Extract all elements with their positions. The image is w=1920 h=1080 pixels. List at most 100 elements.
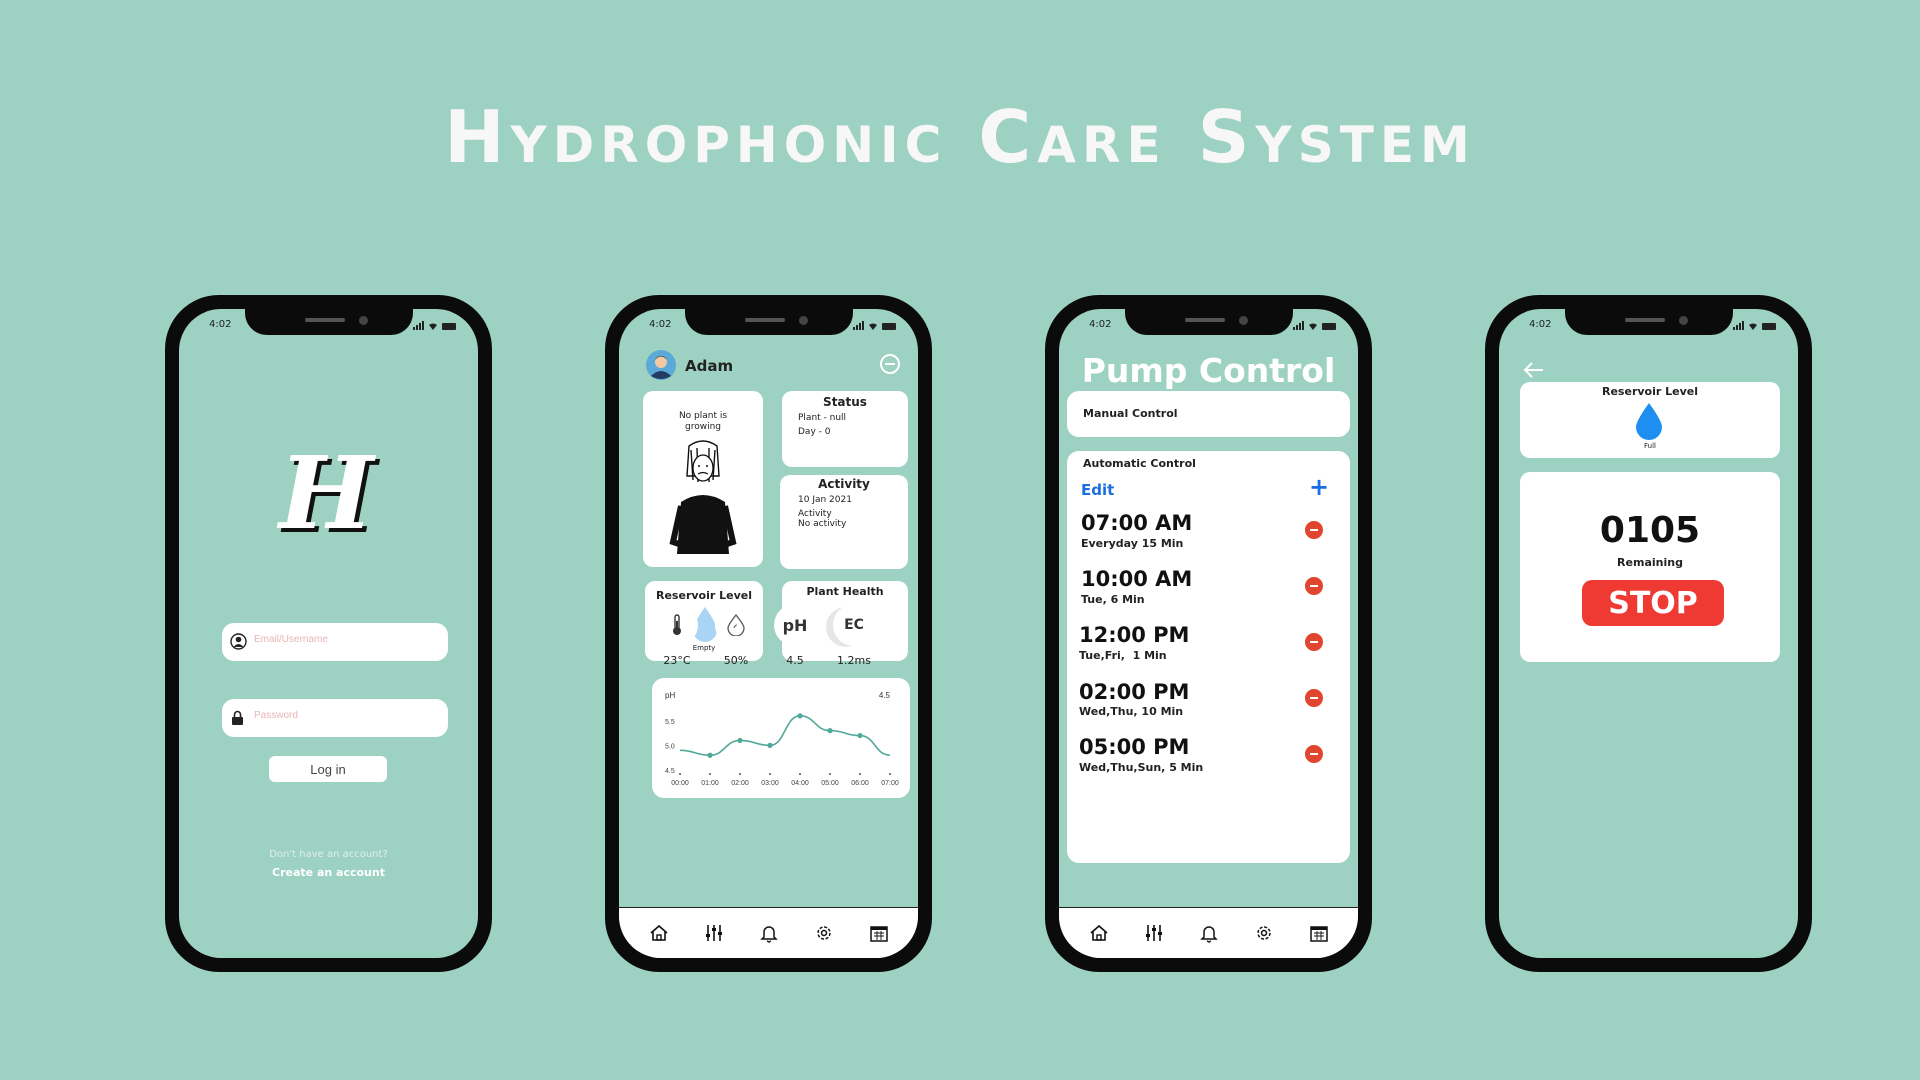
humidity-value: 50% [723, 654, 749, 667]
ph-data-point [707, 752, 713, 758]
signal-icon [1733, 321, 1744, 330]
ec-value: 1.2ms [837, 654, 871, 667]
ec-icon[interactable]: EC [833, 604, 875, 646]
phone-login: 4:02 H Log in Don't have an account? Cre… [165, 295, 492, 972]
ph-data-point [767, 742, 773, 748]
schedule-time: 10:00 AM [1081, 567, 1193, 591]
timer-screen: 4:02 Reservoir Level Full 0105 Remaining… [1499, 309, 1798, 958]
lock-icon [232, 710, 243, 725]
status-time: 4:02 [1529, 319, 1552, 330]
battery-icon [442, 323, 456, 330]
remove-schedule-button[interactable] [1305, 577, 1323, 595]
remove-schedule-button[interactable] [1305, 633, 1323, 651]
activity-title: Activity [818, 477, 870, 491]
schedule-time: 12:00 PM [1079, 623, 1190, 647]
x-tick-label: 02:00 [731, 780, 749, 787]
wifi-icon [869, 323, 877, 330]
minus-circle-icon[interactable] [879, 353, 901, 375]
signal-icon [853, 321, 864, 330]
email-field[interactable] [222, 623, 448, 661]
remove-schedule-button[interactable] [1305, 745, 1323, 763]
email-input[interactable] [252, 633, 441, 646]
reservoir-state: Empty [692, 644, 716, 652]
signal-icon [1293, 321, 1304, 330]
sliders-icon[interactable] [701, 920, 727, 946]
ph-value: 4.5 [786, 654, 804, 667]
login-button[interactable]: Log in [269, 756, 387, 782]
reservoir-card[interactable]: Reservoir Level Full [1520, 382, 1780, 458]
status-plant: Plant - null [798, 413, 847, 423]
user-icon [230, 633, 247, 650]
password-input[interactable] [252, 709, 441, 722]
home-icon[interactable] [646, 920, 672, 946]
wifi-icon [1749, 323, 1757, 330]
y-tick-label: 5.0 [665, 743, 675, 750]
stop-button[interactable]: STOP [1582, 580, 1724, 626]
calendar-icon[interactable] [866, 920, 892, 946]
x-axis-dot [829, 773, 831, 775]
status-time: 4:02 [209, 319, 232, 330]
activity-label: Activity [798, 509, 832, 519]
status-card[interactable]: Status Plant - null Day - 0 [782, 391, 908, 467]
schedule-desc: Tue, 6 Min [1081, 593, 1145, 606]
activity-card[interactable]: Activity 10 Jan 2021 Activity No activit… [780, 475, 908, 569]
schedule-desc: Tue,Fri, 1 Min [1079, 649, 1167, 662]
plant-health-title: Plant Health [806, 585, 884, 598]
reservoir-title: Reservoir Level [656, 589, 752, 602]
notch [244, 309, 413, 335]
ph-data-point [857, 732, 863, 739]
bell-icon[interactable] [756, 920, 782, 946]
gear-icon[interactable] [811, 920, 837, 946]
status-time: 4:02 [649, 319, 672, 330]
no-account-text: Don't have an account? [269, 849, 388, 860]
avatar[interactable] [645, 349, 677, 381]
reservoir-title: Reservoir Level [1602, 385, 1698, 398]
x-tick-label: 06:00 [851, 780, 869, 787]
schedule-time: 05:00 PM [1079, 735, 1190, 759]
ph-data-point [797, 713, 803, 719]
phone-dashboard: 4:02 Adam No plant is growing Status Pla… [605, 295, 932, 972]
activity-value: No activity [798, 519, 847, 529]
remove-schedule-button[interactable] [1305, 689, 1323, 707]
create-account-link[interactable]: Create an account [179, 866, 478, 879]
gear-icon[interactable] [1251, 920, 1277, 946]
x-axis-dot [769, 773, 771, 775]
humidity-drop-icon[interactable] [715, 604, 757, 646]
manual-control-button[interactable]: Manual Control [1067, 391, 1350, 437]
ph-chart-card[interactable]: pH 4.5 5.5 5.0 4.5 00:00 01:00 02:00 03:00 04:0… [652, 678, 910, 798]
plant-card[interactable]: No plant is growing [643, 391, 763, 567]
back-arrow-icon[interactable] [1523, 361, 1545, 379]
remaining-label: Remaining [1617, 556, 1683, 569]
remove-schedule-button[interactable] [1305, 521, 1323, 539]
battery-icon [1322, 323, 1336, 330]
login-screen: 4:02 H Log in Don't have an account? Cre… [179, 309, 478, 958]
manual-control-label: Manual Control [1083, 407, 1178, 420]
x-tick-label: 04:00 [791, 780, 809, 787]
add-schedule-button[interactable]: + [1309, 473, 1329, 501]
app-logo: H [279, 434, 374, 552]
schedule-time: 02:00 PM [1079, 680, 1190, 704]
status-title: Status [823, 395, 867, 409]
x-axis-dot [679, 773, 681, 775]
sad-person-illustration [669, 440, 737, 554]
schedule-time: 07:00 AM [1081, 511, 1193, 535]
x-axis-dot [739, 773, 741, 775]
bell-icon[interactable] [1196, 920, 1222, 946]
password-field[interactable] [222, 699, 448, 737]
chart-current-value: 4.5 [879, 691, 891, 700]
x-axis-dot [859, 773, 861, 775]
sliders-icon[interactable] [1141, 920, 1167, 946]
calendar-icon[interactable] [1306, 920, 1332, 946]
x-axis-dot [889, 773, 891, 775]
thermometer-icon[interactable] [656, 604, 698, 646]
automatic-control-label: Automatic Control [1083, 457, 1196, 470]
y-tick-label: 5.5 [665, 719, 675, 726]
ph-icon[interactable]: pH [774, 604, 816, 646]
countdown-value: 0105 [1599, 510, 1701, 551]
edit-button[interactable]: Edit [1081, 481, 1114, 499]
x-tick-label: 01:00 [701, 780, 719, 787]
plant-card-text: No plant is growing [678, 411, 728, 432]
schedule-desc: Everyday 15 Min [1081, 537, 1184, 550]
x-axis-dot [799, 773, 801, 775]
home-icon[interactable] [1086, 920, 1112, 946]
